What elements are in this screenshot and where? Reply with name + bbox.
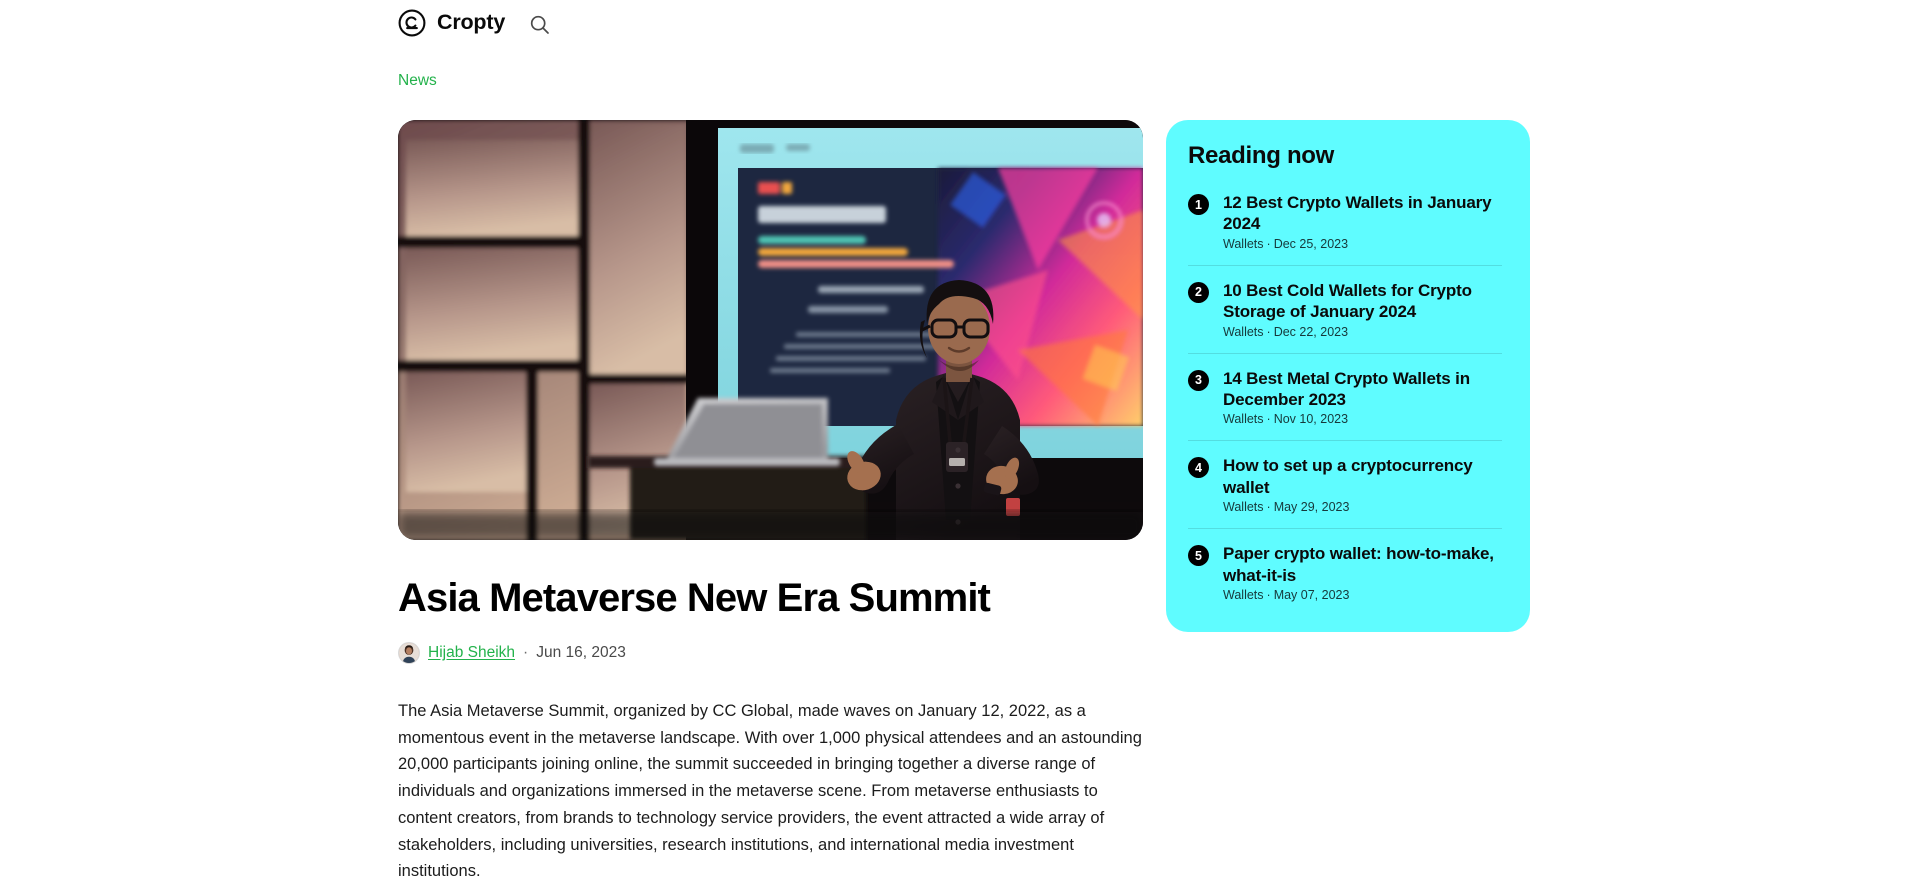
reading-now-title: Reading now	[1188, 142, 1335, 169]
list-item-date: May 07, 2023	[1273, 588, 1350, 603]
list-item[interactable]: 5 Paper crypto wallet: how-to-make, what…	[1188, 529, 1502, 608]
search-button[interactable]	[527, 12, 551, 36]
article-paragraph: The Asia Metaverse Summit, organized by …	[398, 702, 1142, 881]
list-item-date: Nov 10, 2023	[1273, 412, 1349, 427]
list-item[interactable]: 4 How to set up a cryptocurrency wallet …	[1188, 441, 1502, 530]
list-item-date: Dec 22, 2023	[1273, 324, 1349, 339]
author-link[interactable]: Hijab Sheikh	[428, 644, 515, 662]
list-item[interactable]: 3 14 Best Metal Crypto Wallets in Decemb…	[1188, 354, 1502, 442]
list-item-category: Wallets	[1223, 588, 1264, 603]
rank-badge: 2	[1188, 281, 1209, 303]
list-item-category: Wallets	[1223, 324, 1264, 339]
publish-date: Jun 16, 2023	[536, 644, 626, 661]
list-item-title: Paper crypto wallet: how-to-make, what-i…	[1223, 544, 1494, 585]
list-item-content: 12 Best Crypto Wallets in January 2024 W…	[1223, 192, 1502, 253]
list-item-category: Wallets	[1223, 236, 1264, 251]
list-item-meta: Wallets · Nov 10, 2023	[1223, 412, 1348, 426]
meta-separator: ·	[1266, 324, 1271, 339]
list-item[interactable]: 2 10 Best Cold Wallets for Crypto Storag…	[1188, 266, 1502, 354]
reading-now-panel: Reading now 1 12 Best Crypto Wallets in …	[1166, 120, 1530, 633]
list-item-meta: Wallets · Dec 22, 2023	[1223, 325, 1348, 339]
rank-badge: 3	[1188, 369, 1209, 391]
page-root: Cropty News Asia Metaverse New Era Summi…	[0, 0, 1920, 888]
brand-logo-link[interactable]: Cropty	[398, 9, 505, 37]
list-item-category: Wallets	[1223, 500, 1264, 515]
byline-separator: ·	[523, 644, 529, 661]
list-item-title: How to set up a cryptocurrency wallet	[1223, 456, 1473, 497]
list-item-content: Paper crypto wallet: how-to-make, what-i…	[1223, 543, 1502, 604]
article-body: The Asia Metaverse Summit, organized by …	[398, 698, 1143, 888]
search-icon	[529, 14, 550, 35]
meta-separator: ·	[1266, 236, 1271, 251]
list-item-title: 10 Best Cold Wallets for Crypto Storage …	[1223, 280, 1472, 322]
list-item-date: May 29, 2023	[1273, 500, 1350, 515]
list-item-content: 10 Best Cold Wallets for Crypto Storage …	[1223, 280, 1502, 341]
list-item-date: Dec 25, 2023	[1273, 236, 1349, 251]
meta-separator: ·	[1266, 500, 1271, 515]
list-item-meta: Wallets · May 29, 2023	[1223, 500, 1349, 514]
list-item-content: How to set up a cryptocurrency wallet Wa…	[1223, 455, 1502, 516]
list-item-meta: Wallets · Dec 25, 2023	[1223, 237, 1348, 251]
list-item-title: 14 Best Metal Crypto Wallets in December…	[1223, 368, 1470, 410]
breadcrumb-news[interactable]: News	[398, 72, 437, 91]
cropty-circle-c-logo-icon	[398, 9, 426, 37]
author-avatar	[398, 642, 420, 664]
list-item-category: Wallets	[1223, 412, 1264, 427]
meta-separator: ·	[1266, 588, 1271, 603]
rank-badge: 4	[1188, 457, 1209, 479]
list-item-content: 14 Best Metal Crypto Wallets in December…	[1223, 368, 1502, 429]
byline: Hijab Sheikh · Jun 16, 2023	[398, 642, 1143, 664]
site-header: Cropty	[0, 0, 1920, 56]
list-item-meta: Wallets · May 07, 2023	[1223, 588, 1349, 602]
article: Asia Metaverse New Era Summit Hijab Shei…	[398, 120, 1143, 888]
rank-badge: 5	[1188, 545, 1209, 567]
list-item[interactable]: 1 12 Best Crypto Wallets in January 2024…	[1188, 178, 1502, 266]
brand-name: Cropty	[437, 10, 506, 35]
meta-separator: ·	[1266, 412, 1271, 427]
reading-now-list: 1 12 Best Crypto Wallets in January 2024…	[1188, 178, 1502, 608]
article-hero-image	[398, 120, 1143, 540]
page-title: Asia Metaverse New Era Summit	[398, 576, 991, 620]
rank-badge: 1	[1188, 194, 1209, 215]
list-item-title: 12 Best Crypto Wallets in January 2024	[1223, 193, 1492, 234]
